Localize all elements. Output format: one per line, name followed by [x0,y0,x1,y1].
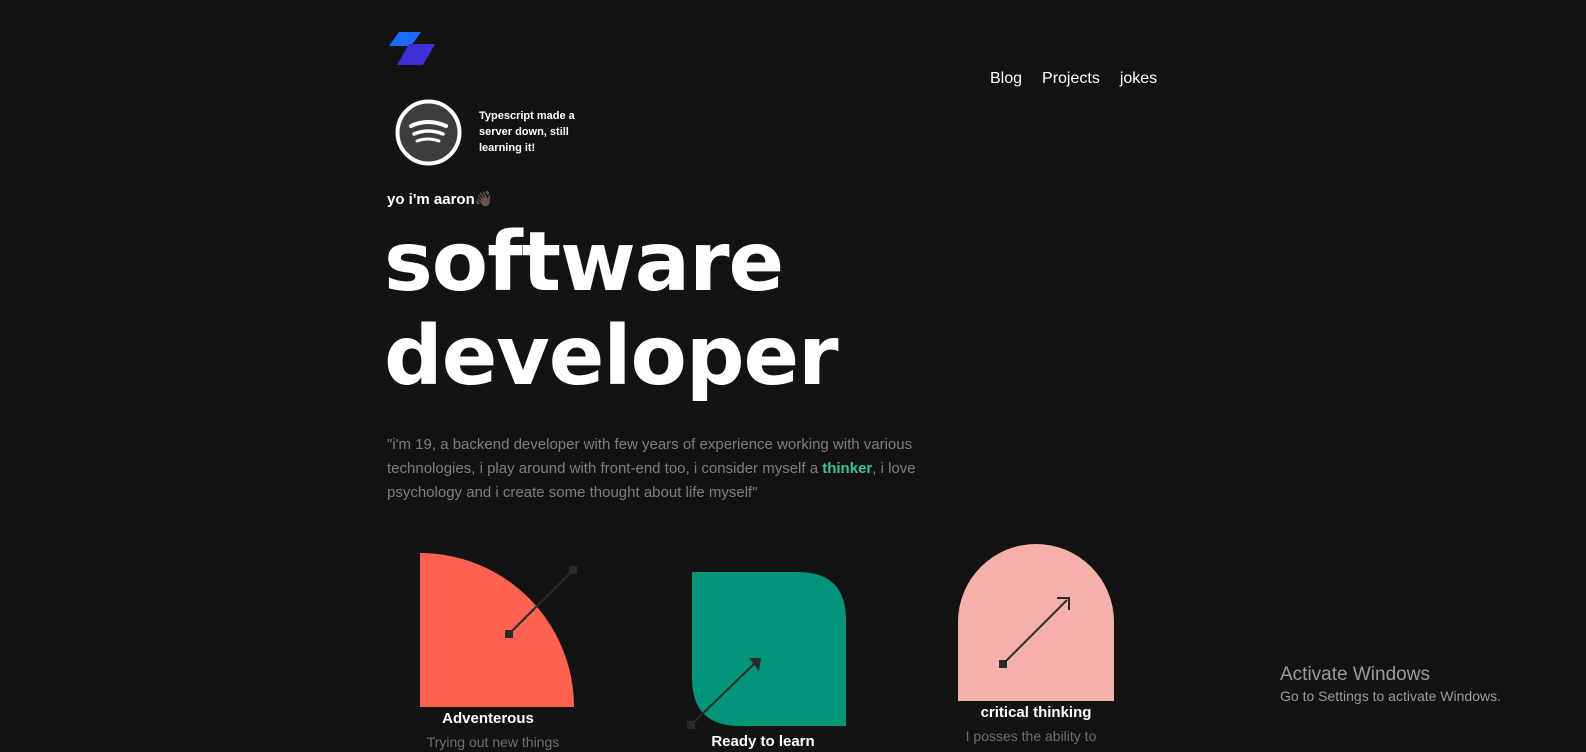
page-title: software developer [384,215,839,404]
activate-windows-watermark: Activate Windows Go to Settings to activ… [1280,664,1501,704]
watermark-subtitle: Go to Settings to activate Windows. [1280,688,1501,704]
trait-title: critical thinking [980,704,1092,721]
trait-title: Adventerous [442,710,534,727]
headline-line-2: developer [384,309,839,404]
bio-highlight: thinker [822,460,873,477]
trait-desc: I posses the ability to [965,728,1097,744]
site-logo-icon[interactable] [389,32,437,66]
trait-title: Ready to learn [711,733,815,750]
nav-link-jokes[interactable]: jokes [1120,70,1157,88]
now-playing-text: Typescript made a server down, still lea… [479,110,575,154]
main-nav: Blog Projects jokes [990,70,1157,88]
bio-text: "i'm 19, a backend developer with few ye… [387,433,927,505]
quarter-circle-icon [420,553,577,707]
greeting: yo i'm aaron👋🏿 [387,191,494,208]
watermark-title: Activate Windows [1280,664,1430,685]
spotify-icon[interactable] [395,99,462,166]
headline-line-1: software [384,215,784,310]
nav-link-blog[interactable]: Blog [990,70,1022,88]
trait-desc: Trying out new things [426,734,560,750]
leaf-shape-icon [687,572,846,729]
arch-shape-icon [958,544,1114,701]
nav-link-projects[interactable]: Projects [1042,70,1100,88]
